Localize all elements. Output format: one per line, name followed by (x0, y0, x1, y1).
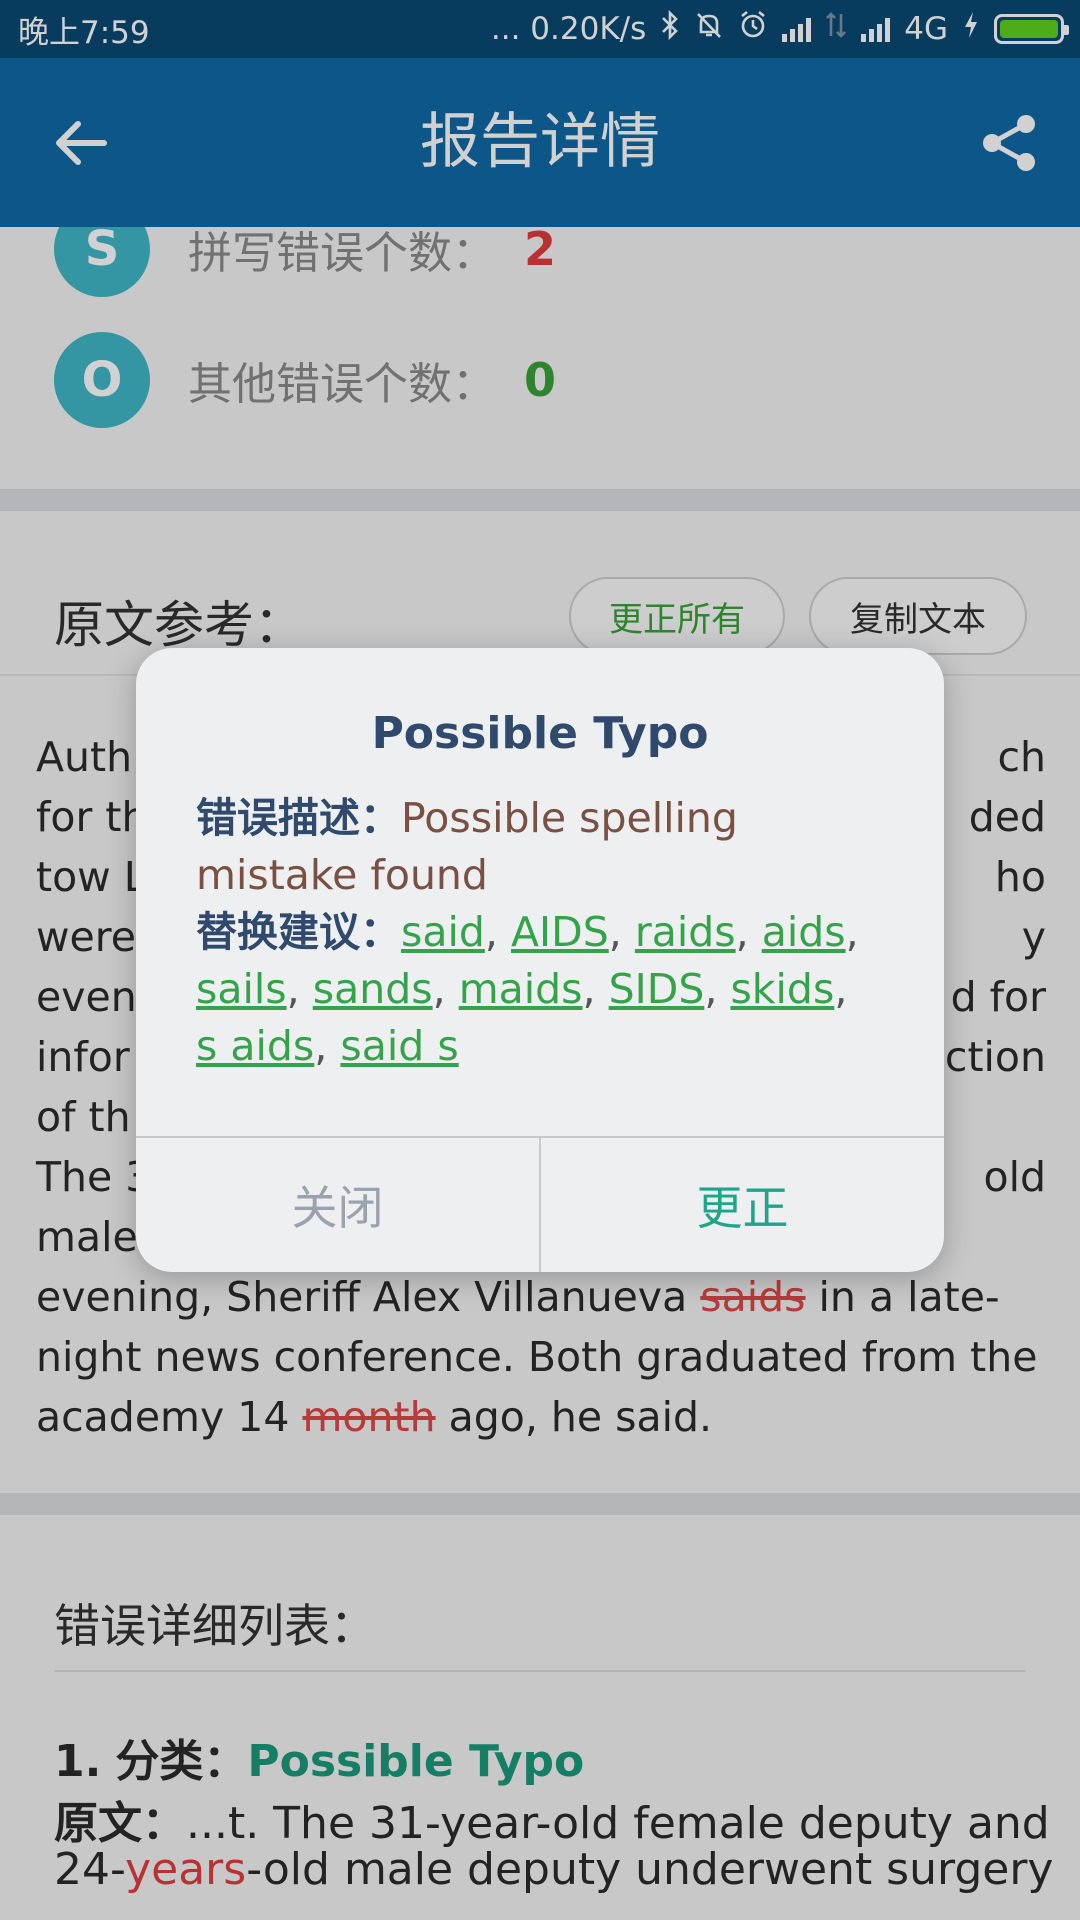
suggestion-label: 替换建议： (196, 908, 401, 956)
suggestion-link[interactable]: raids (635, 908, 736, 956)
desc-text: Possible spelling (401, 794, 738, 842)
suggestion-link[interactable]: said (401, 908, 485, 956)
desc-label: 错误描述： (196, 794, 401, 842)
desc-text: mistake found (196, 851, 488, 899)
suggestion-link[interactable]: AIDS (511, 908, 609, 956)
suggestion-link[interactable]: skids (730, 965, 834, 1013)
suggestion-link[interactable]: said s (340, 1022, 458, 1070)
suggestion-link[interactable]: maids (459, 965, 583, 1013)
dialog-title: Possible Typo (371, 708, 709, 759)
suggestion-link[interactable]: SIDS (609, 965, 705, 1013)
suggestion-link[interactable]: sands (313, 965, 433, 1013)
typo-dialog: Possible Typo 错误描述：Possible spelling mis… (136, 648, 944, 1272)
suggestion-link[interactable]: aids (762, 908, 846, 956)
dialog-body: 错误描述：Possible spelling mistake found 替换建… (196, 790, 896, 1075)
close-button[interactable]: 关闭 (136, 1138, 541, 1272)
suggestion-link[interactable]: sails (196, 965, 287, 1013)
suggestion-link[interactable]: s aids (196, 1022, 314, 1070)
dialog-actions: 关闭 更正 (136, 1136, 944, 1272)
correct-button[interactable]: 更正 (541, 1138, 944, 1272)
